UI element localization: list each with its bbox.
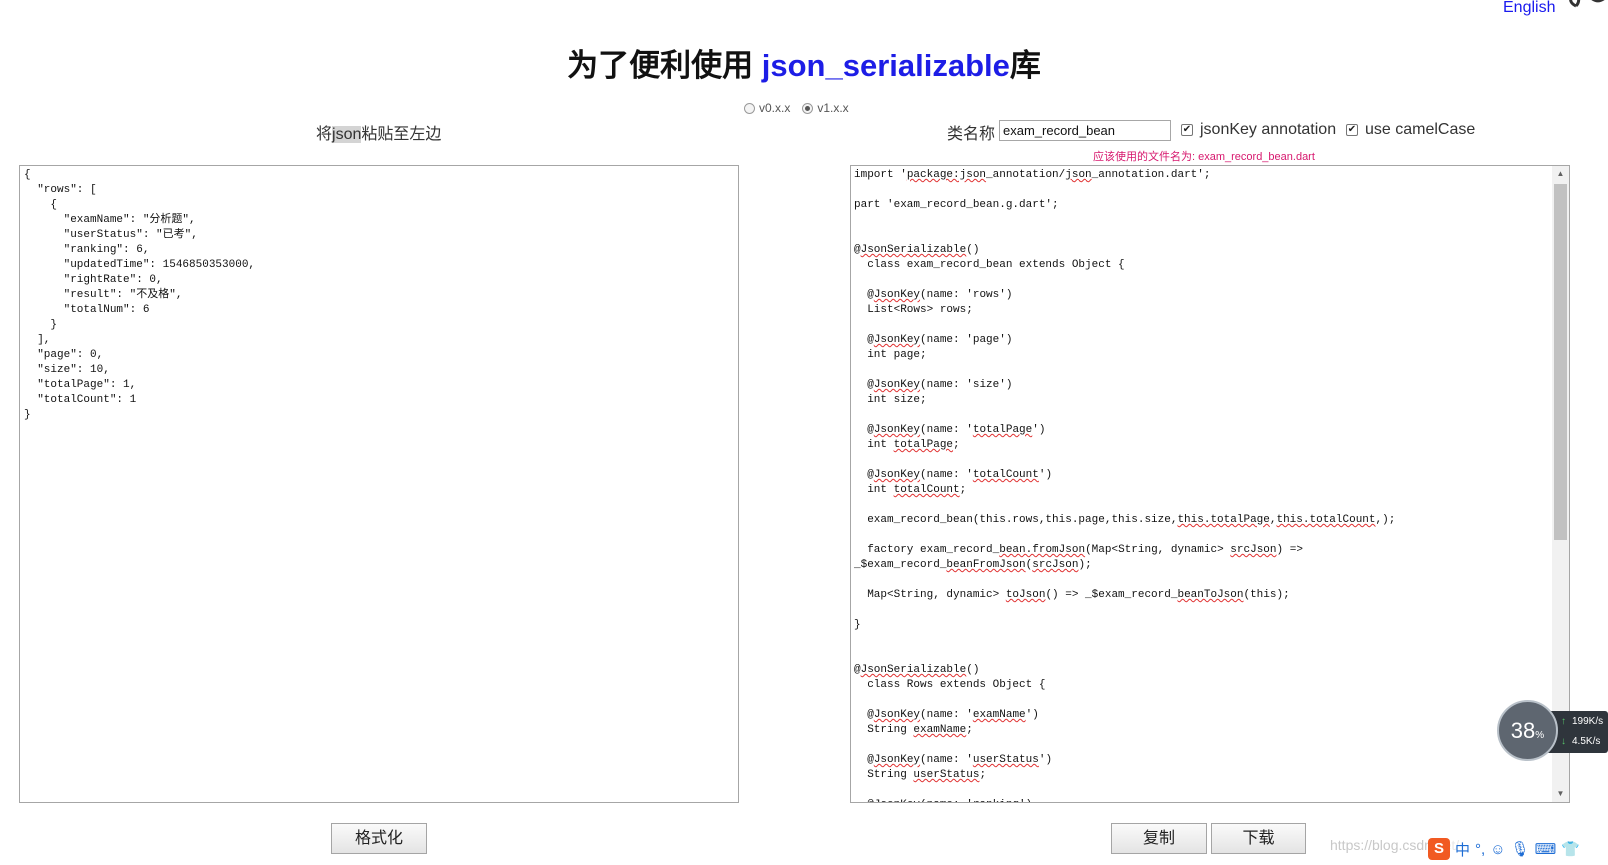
page-title: 为了便利使用 json_serializable库: [0, 40, 1608, 85]
scroll-thumb[interactable]: [1554, 184, 1567, 540]
version-label-v1[interactable]: v1.x.x: [817, 101, 848, 115]
json-input-textarea[interactable]: { "rows": [ { "examName": "分析题", "userSt…: [19, 165, 739, 803]
usage-percent-unit: %: [1535, 730, 1545, 741]
filename-hint: 应该使用的文件名为: exam_record_bean.dart: [1093, 151, 1315, 163]
classname-label: 类名称: [947, 126, 996, 143]
usage-percent-circle: 38%: [1497, 700, 1558, 761]
version-radio-v0[interactable]: [744, 102, 755, 114]
label-mark: json: [332, 126, 362, 143]
title-highlight: json_serializable: [761, 48, 1010, 83]
jsonkey-checkbox[interactable]: ✔: [1181, 124, 1193, 136]
camelcase-checkbox[interactable]: ✔: [1346, 124, 1358, 136]
ime-toolbar[interactable]: S 中 °, ☺ 🎙 ⌨ 👕: [1428, 836, 1580, 862]
ime-mode[interactable]: 中: [1455, 839, 1470, 860]
version-label-v0[interactable]: v0.x.x: [759, 101, 790, 115]
title-prefix: 为了便利使用: [567, 48, 762, 83]
download-speed-value: 4.5K/s: [1572, 736, 1601, 747]
label-suffix: 粘贴至左边: [361, 126, 442, 143]
upload-speed: ↑ 199K/s: [1561, 715, 1603, 729]
upload-speed-value: 199K/s: [1572, 716, 1604, 727]
dart-code: import 'package:json_annotation/json_ann…: [854, 169, 1396, 802]
upload-arrow-icon: ↑: [1561, 716, 1566, 727]
camelcase-checkbox-label[interactable]: use camelCase: [1365, 121, 1475, 139]
skin-icon[interactable]: 👕: [1561, 840, 1580, 858]
dart-output-textarea[interactable]: import 'package:json_annotation/json_ann…: [850, 165, 1570, 803]
json-paste-label: 将json粘贴至左边: [316, 120, 441, 144]
download-speed: ↓ 4.5K/s: [1561, 735, 1600, 749]
title-suffix: 库: [1009, 48, 1041, 83]
version-radio-v1[interactable]: [802, 102, 814, 114]
network-speed-widget[interactable]: ↑ 199K/s ↓ 4.5K/s 38%: [1497, 700, 1608, 763]
scroll-up-arrow-icon[interactable]: ▲: [1552, 166, 1569, 182]
version-selector: v0.x.x v1.x.x: [744, 101, 857, 115]
english-language-link[interactable]: English: [1503, 0, 1555, 16]
download-button[interactable]: 下载: [1211, 823, 1306, 854]
classname-input[interactable]: [999, 120, 1171, 141]
copy-button[interactable]: 复制: [1111, 823, 1207, 854]
label-prefix: 将: [316, 126, 333, 143]
format-button[interactable]: 格式化: [331, 823, 427, 854]
sogou-logo-icon[interactable]: S: [1428, 838, 1450, 860]
usage-percent: 38: [1510, 718, 1536, 743]
download-arrow-icon: ↓: [1561, 736, 1566, 747]
microphone-icon[interactable]: 🎙: [1511, 840, 1530, 858]
ime-punctuation[interactable]: °,: [1475, 841, 1485, 858]
keyboard-icon[interactable]: ⌨: [1535, 840, 1557, 858]
github-icon[interactable]: [1566, 0, 1606, 12]
emoji-icon[interactable]: ☺: [1490, 841, 1505, 858]
scroll-down-arrow-icon[interactable]: ▼: [1552, 786, 1569, 802]
jsonkey-checkbox-label[interactable]: jsonKey annotation: [1200, 121, 1336, 139]
